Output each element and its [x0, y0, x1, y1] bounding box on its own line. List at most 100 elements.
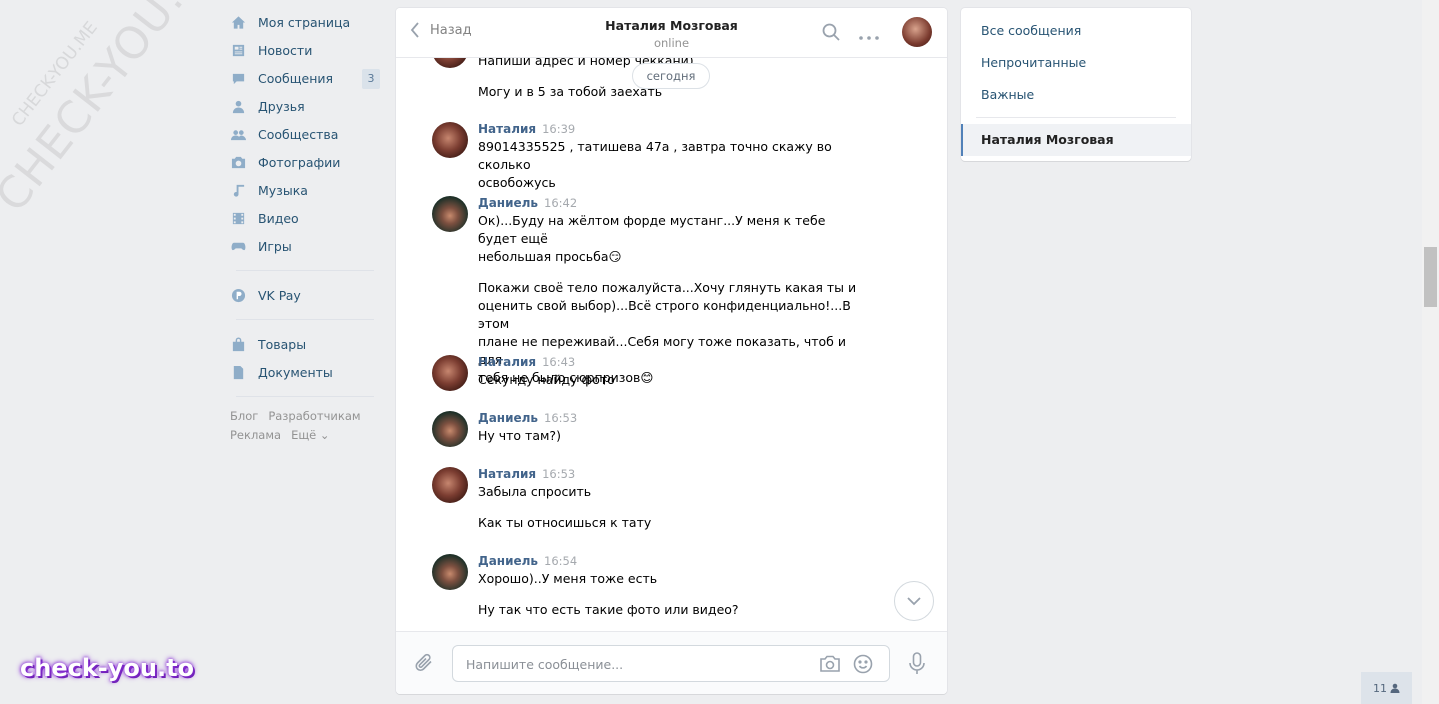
chevron-down-icon	[907, 597, 921, 606]
nav-item-friends[interactable]: Друзья	[230, 92, 380, 120]
news-icon	[230, 42, 246, 58]
message-text: Забыла спросить	[478, 484, 592, 499]
nav-item-messages[interactable]: Сообщения 3	[230, 64, 380, 92]
scrollbar-thumb[interactable]	[1424, 247, 1437, 307]
message-text: Ок)...Буду на жёлтом форде мустанг...У м…	[478, 213, 826, 246]
message-time: 16:39	[542, 122, 576, 136]
message-author[interactable]: Даниель	[478, 196, 538, 210]
nav-divider	[236, 319, 374, 320]
message-author[interactable]: Наталия	[478, 467, 536, 481]
user-icon	[1390, 683, 1400, 693]
filter-important[interactable]: Важные	[981, 87, 1034, 102]
avatar[interactable]	[432, 411, 468, 447]
video-icon	[230, 210, 246, 226]
nav-item-photos[interactable]: Фотографии	[230, 148, 380, 176]
nav-label: Видео	[258, 210, 299, 226]
nav-label: Сообщения	[258, 70, 334, 86]
online-friends-counter[interactable]: 11	[1361, 672, 1412, 704]
message-time: 16:42	[544, 196, 578, 210]
photo-attach-button[interactable]	[819, 655, 841, 677]
vkpay-icon	[230, 287, 246, 303]
message-input[interactable]	[466, 655, 806, 673]
message-time: 16:53	[544, 411, 578, 425]
attach-button[interactable]	[414, 652, 436, 678]
microphone-icon	[909, 652, 925, 674]
avatar[interactable]	[432, 58, 468, 68]
message-text: Хорошо)..У меня тоже есть	[478, 571, 658, 586]
nav-label: Документы	[258, 364, 333, 380]
footer-link-blog[interactable]: Блог	[230, 409, 258, 423]
games-icon	[230, 238, 246, 254]
nav-label: Сообщества	[258, 126, 339, 142]
nav-item-music[interactable]: Музыка	[230, 176, 380, 204]
friends-icon	[230, 98, 246, 114]
nav-label: Фотографии	[258, 154, 341, 170]
message-text: 89014335525 , татишева 47а , завтра точн…	[478, 139, 832, 172]
nav-item-docs[interactable]: Документы	[230, 358, 380, 386]
footer-link-more[interactable]: Ещё ⌄	[291, 428, 329, 442]
date-divider: сегодня	[632, 63, 710, 89]
footer-link-ads[interactable]: Реклама	[230, 428, 281, 442]
groups-icon	[230, 126, 246, 142]
message-time: 16:54	[544, 554, 578, 568]
chat-panel: Назад Наталия Мозговая online сегодня На…	[396, 8, 947, 694]
footer-links: Блог Разработчикам Реклама Ещё ⌄	[230, 407, 380, 445]
message-history[interactable]: Напиши адрес и номер чеккани) Могу и в 5…	[396, 58, 947, 631]
camera-icon	[820, 655, 840, 672]
voice-message-button[interactable]	[908, 652, 926, 680]
nav-label: Моя страница	[258, 14, 351, 30]
message-text: Ну так что есть такие фото или видео?	[478, 602, 739, 617]
nav-divider	[236, 396, 374, 397]
message-text: Секунду найду фото	[478, 372, 615, 387]
filter-unread[interactable]: Непрочитанные	[981, 55, 1086, 70]
search-icon	[822, 23, 840, 41]
message-author[interactable]: Наталия	[478, 122, 536, 136]
message-text: Покажи своё тело пожалуйста...Хочу гляну…	[478, 280, 857, 295]
more-actions-button[interactable]	[858, 30, 880, 45]
avatar[interactable]	[432, 196, 468, 232]
smile-icon	[853, 654, 873, 674]
more-icon	[859, 36, 879, 40]
nav-item-games[interactable]: Игры	[230, 232, 380, 260]
search-button[interactable]	[821, 22, 841, 46]
message-text: освобожусь	[478, 175, 556, 190]
active-dialog-name: Наталия Мозговая	[981, 132, 1114, 147]
messages-icon	[230, 70, 246, 86]
avatar[interactable]	[432, 467, 468, 503]
message-time: 16:43	[542, 355, 576, 369]
message-composer	[396, 631, 947, 694]
message-author[interactable]: Даниель	[478, 411, 538, 425]
nav-label: Музыка	[258, 182, 308, 198]
message-author[interactable]: Наталия	[478, 355, 536, 369]
nav-item-my-page[interactable]: Моя страница	[230, 8, 380, 36]
avatar[interactable]	[432, 355, 468, 391]
message-text: Как ты относишься к тату	[478, 515, 652, 530]
page-scrollbar[interactable]	[1422, 0, 1439, 704]
avatar[interactable]	[432, 554, 468, 590]
active-dialog-item[interactable]: Наталия Мозговая	[961, 124, 1191, 156]
footer-link-developers[interactable]: Разработчикам	[268, 409, 360, 423]
document-icon	[230, 364, 246, 380]
brand-watermark: check-you.to	[20, 654, 195, 682]
shopping-bag-icon	[230, 336, 246, 352]
scroll-to-bottom-button[interactable]	[894, 581, 934, 621]
message-time: 16:53	[542, 467, 576, 481]
emoji-button[interactable]	[853, 654, 873, 678]
nav-item-video[interactable]: Видео	[230, 204, 380, 232]
nav-label: Друзья	[258, 98, 305, 114]
messages-count-badge: 3	[362, 69, 380, 89]
divider	[976, 117, 1176, 118]
nav-divider	[236, 270, 374, 271]
filter-all-messages[interactable]: Все сообщения	[981, 23, 1081, 38]
message-text: оценить свой выбор)...Всё строго конфиде…	[478, 298, 851, 331]
dialogs-filter-panel: Все сообщения Непрочитанные Важные Натал…	[961, 8, 1191, 161]
peer-avatar[interactable]	[902, 17, 932, 47]
nav-item-goods[interactable]: Товары	[230, 330, 380, 358]
avatar[interactable]	[432, 122, 468, 158]
nav-item-news[interactable]: Новости	[230, 36, 380, 64]
nav-item-vkpay[interactable]: VK Pay	[230, 281, 380, 309]
message-author[interactable]: Даниель	[478, 554, 538, 568]
chat-header: Назад Наталия Мозговая online	[396, 8, 947, 58]
nav-item-groups[interactable]: Сообщества	[230, 120, 380, 148]
nav-label: Игры	[258, 238, 292, 254]
